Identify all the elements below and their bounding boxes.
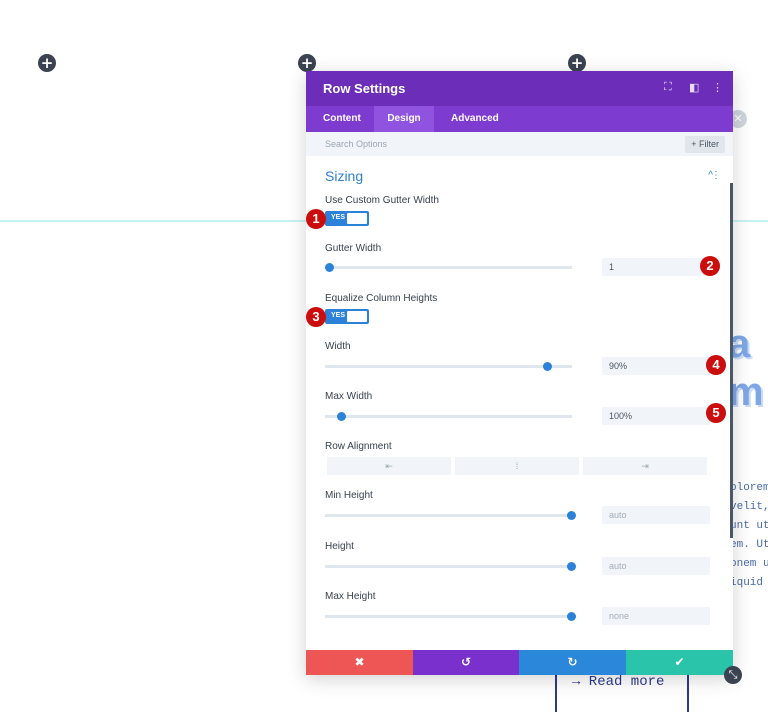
toggle-knob: [347, 213, 367, 224]
modal-tabs: Content Design Advanced: [306, 106, 733, 132]
equalize-heights-label: Equalize Column Heights: [325, 293, 438, 304]
max-height-input[interactable]: none: [602, 607, 710, 625]
cancel-button[interactable]: ✖: [306, 650, 413, 675]
tab-advanced[interactable]: Advanced: [451, 106, 499, 132]
max-height-slider-handle[interactable]: [567, 612, 576, 621]
background-text-line: velit,: [730, 501, 768, 513]
more-options-icon[interactable]: ⋮: [712, 81, 723, 94]
toggle-yes-text: YES: [331, 214, 346, 221]
min-height-input[interactable]: auto: [602, 506, 710, 524]
height-slider[interactable]: [325, 565, 572, 568]
gutter-width-label: Gutter Width: [325, 243, 382, 254]
toggle-knob: [347, 311, 367, 322]
modal-footer: ✖ ↺ ↻ ✔: [306, 650, 733, 675]
width-label: Width: [325, 341, 351, 352]
split-view-icon[interactable]: ◧: [689, 81, 699, 94]
height-input[interactable]: auto: [602, 557, 710, 575]
max-width-slider-handle[interactable]: [337, 412, 347, 421]
width-slider-handle[interactable]: [542, 362, 552, 371]
toggle-yes-text: YES: [331, 312, 346, 319]
width-slider[interactable]: [325, 365, 572, 368]
max-height-label: Max Height: [325, 591, 376, 602]
scrollbar[interactable]: [730, 183, 733, 538]
gutter-width-slider-handle[interactable]: [325, 263, 334, 272]
annotation-marker-1: 1: [306, 209, 326, 229]
add-section-button[interactable]: +: [38, 54, 56, 72]
row-settings-modal: Row Settings ⛶ ◧ ⋮ Content Design Advanc…: [306, 71, 733, 675]
gutter-width-input[interactable]: 1: [602, 258, 710, 276]
add-module-button[interactable]: +: [568, 54, 586, 72]
min-height-label: Min Height: [325, 490, 373, 501]
annotation-marker-4: 4: [706, 355, 726, 375]
equalize-heights-toggle[interactable]: YES: [325, 309, 369, 324]
min-height-slider-handle[interactable]: [567, 511, 576, 520]
height-label: Height: [325, 541, 354, 552]
width-input[interactable]: 90%: [602, 357, 710, 375]
tab-design[interactable]: Design: [374, 106, 434, 132]
tab-content[interactable]: Content: [306, 106, 378, 132]
background-text-line: iquid e: [730, 577, 768, 589]
background-text-line: onem ul: [730, 558, 768, 570]
min-height-slider[interactable]: [325, 514, 572, 517]
section-more-icon[interactable]: ⋮: [711, 170, 721, 181]
fullscreen-icon[interactable]: ⛶: [664, 81, 672, 94]
section-title-sizing[interactable]: Sizing: [325, 168, 363, 184]
custom-gutter-label: Use Custom Gutter Width: [325, 195, 439, 206]
annotation-marker-5: 5: [706, 403, 726, 423]
background-text-line: em. Ut: [730, 539, 768, 551]
max-height-slider[interactable]: [325, 615, 572, 618]
modal-title: Row Settings: [323, 81, 406, 96]
search-options-bar: Search Options + Filter: [306, 132, 733, 156]
max-width-slider[interactable]: [325, 415, 572, 418]
gutter-width-slider[interactable]: [325, 266, 572, 269]
save-button[interactable]: ✔: [626, 650, 733, 675]
modal-header: Row Settings ⛶ ◧ ⋮: [306, 71, 733, 106]
filter-button[interactable]: + Filter: [685, 136, 725, 153]
align-right-button[interactable]: ⇥: [583, 457, 707, 475]
max-width-input[interactable]: 100%: [602, 407, 710, 425]
custom-gutter-toggle[interactable]: YES: [325, 211, 369, 226]
redo-button[interactable]: ↻: [519, 650, 626, 675]
row-alignment-label: Row Alignment: [325, 441, 392, 452]
height-slider-handle[interactable]: [567, 562, 576, 571]
search-options-input[interactable]: Search Options: [325, 139, 387, 149]
align-center-button[interactable]: ⁞: [455, 457, 579, 475]
resize-handle-icon[interactable]: ⤡: [724, 666, 742, 684]
background-heading-fragment: m: [728, 370, 764, 414]
background-text-line: unt ut: [730, 520, 768, 532]
annotation-marker-3: 3: [306, 307, 326, 327]
add-row-button[interactable]: +: [298, 54, 316, 72]
annotation-marker-2: 2: [700, 256, 720, 276]
read-more-link[interactable]: → Read more: [572, 674, 664, 690]
align-left-button[interactable]: ⇤: [327, 457, 451, 475]
max-width-label: Max Width: [325, 391, 373, 402]
background-text-line: olorem: [730, 482, 768, 494]
undo-button[interactable]: ↺: [413, 650, 519, 675]
